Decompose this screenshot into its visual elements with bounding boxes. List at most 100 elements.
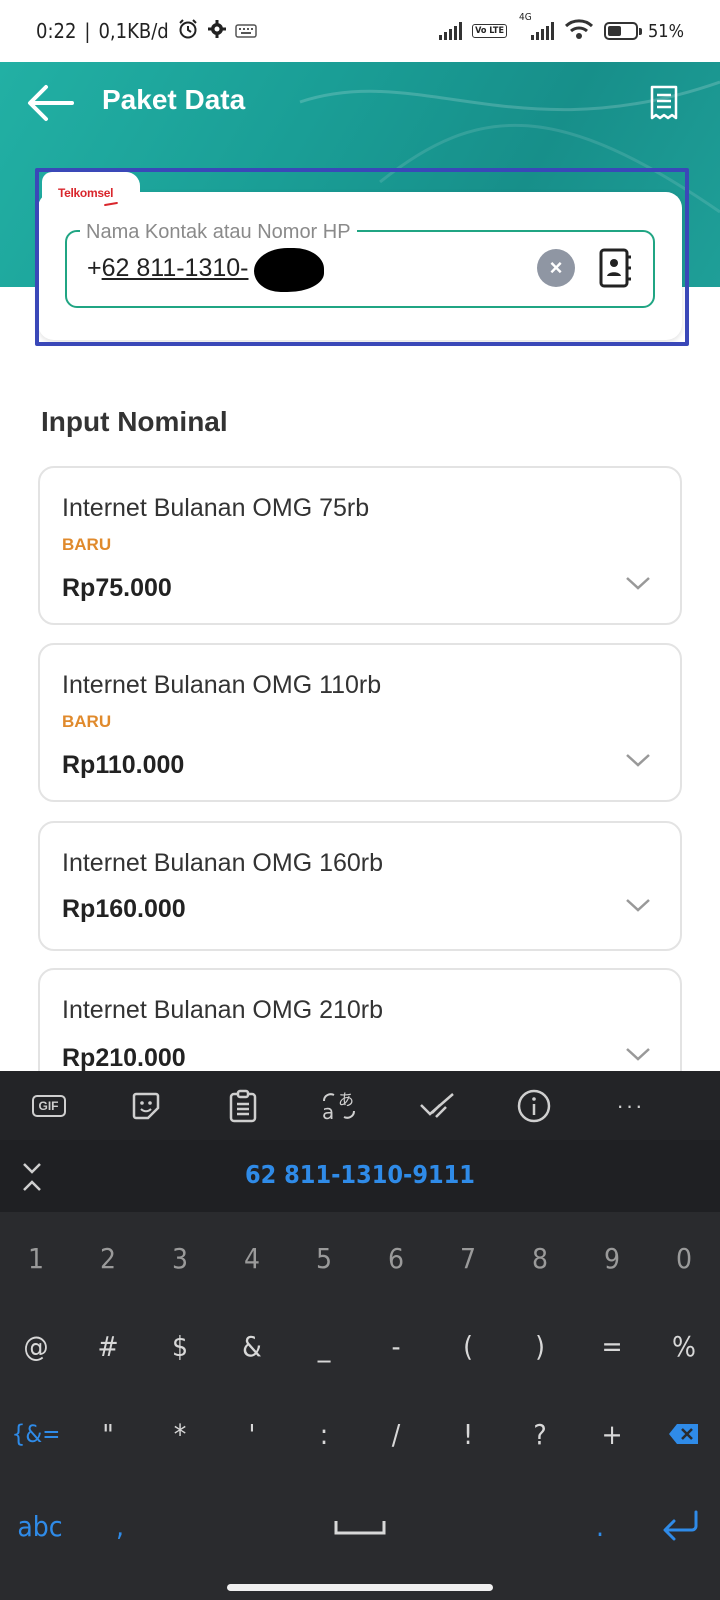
home-indicator[interactable] <box>227 1584 493 1591</box>
product-price: Rp210.000 <box>62 1044 186 1072</box>
key-dollar[interactable]: $ <box>144 1302 216 1390</box>
backspace-key[interactable] <box>648 1390 720 1478</box>
key-double-quote[interactable]: " <box>72 1390 144 1478</box>
product-price: Rp110.000 <box>62 751 185 779</box>
symbol-row-1: @ # $ & _ - ( ) = % <box>0 1302 720 1390</box>
enter-icon <box>663 1510 698 1541</box>
redaction-mark <box>254 248 324 292</box>
chevron-down-icon[interactable] <box>624 573 652 593</box>
volte-icon: Vo LTE <box>472 24 507 38</box>
key-hash[interactable]: # <box>72 1302 144 1390</box>
key-question[interactable]: ? <box>504 1390 576 1478</box>
period-key[interactable]: . <box>560 1478 640 1574</box>
key-asterisk[interactable]: * <box>144 1390 216 1478</box>
info-icon <box>517 1089 550 1122</box>
close-icon: × <box>549 255 563 280</box>
status-data-speed: 0,1KB/d <box>98 19 169 43</box>
key-4[interactable]: 4 <box>216 1214 288 1302</box>
new-badge: BARU <box>62 712 112 731</box>
phone-number-value[interactable]: +62 811-1310- <box>87 254 248 283</box>
wifi-icon <box>564 18 594 45</box>
info-button[interactable] <box>485 1071 582 1140</box>
space-icon <box>334 1521 386 1535</box>
settings-icon <box>207 19 227 44</box>
product-price: Rp160.000 <box>62 895 186 923</box>
keyboard-toolbar: GIF aあ ··· <box>0 1071 720 1140</box>
key-underscore[interactable]: _ <box>288 1302 360 1390</box>
key-slash[interactable]: / <box>360 1390 432 1478</box>
translate-button[interactable]: aあ <box>291 1071 388 1140</box>
spell-check-icon <box>419 1092 454 1118</box>
chevron-down-icon[interactable] <box>624 1044 652 1064</box>
space-key[interactable] <box>160 1478 560 1574</box>
key-open-paren[interactable]: ( <box>432 1302 504 1390</box>
bottom-row: abc , . <box>0 1478 720 1574</box>
alarm-icon <box>177 18 199 45</box>
product-price: Rp75.000 <box>62 574 172 602</box>
number-row: 1 2 3 4 5 6 7 8 9 0 <box>0 1214 720 1302</box>
key-equals[interactable]: = <box>576 1302 648 1390</box>
chevron-down-icon[interactable] <box>624 895 652 915</box>
key-8[interactable]: 8 <box>504 1214 576 1302</box>
backspace-icon <box>669 1424 698 1444</box>
key-more-symbols[interactable]: {&= <box>0 1390 72 1478</box>
gif-button[interactable]: GIF <box>0 1071 97 1140</box>
key-colon[interactable]: : <box>288 1390 360 1478</box>
spell-check-button[interactable] <box>388 1071 485 1140</box>
key-7[interactable]: 7 <box>432 1214 504 1302</box>
key-exclamation[interactable]: ! <box>432 1390 504 1478</box>
translate-icon: aあ <box>322 1090 355 1123</box>
abc-key[interactable]: abc <box>0 1478 80 1574</box>
key-at[interactable]: @ <box>0 1302 72 1390</box>
key-1[interactable]: 1 <box>0 1214 72 1302</box>
svg-text:あ: あ <box>338 1090 354 1109</box>
contact-book-icon <box>599 248 631 288</box>
status-time: 0:22 <box>36 19 77 43</box>
symbol-row-2: {&= " * ' : / ! ? + <box>0 1390 720 1478</box>
key-minus[interactable]: - <box>360 1302 432 1390</box>
key-0[interactable]: 0 <box>648 1214 720 1302</box>
suggestion-bar: 62 811-1310-9111 <box>0 1140 720 1212</box>
key-apostrophe[interactable]: ' <box>216 1390 288 1478</box>
back-button[interactable] <box>22 80 78 126</box>
keyboard: GIF aあ ··· 62 811-1310-9111 1 2 3 4 5 6 … <box>0 1071 720 1600</box>
sticker-icon <box>132 1092 159 1119</box>
more-icon: ··· <box>616 1092 645 1118</box>
enter-key[interactable] <box>640 1478 720 1574</box>
key-2[interactable]: 2 <box>72 1214 144 1302</box>
key-ampersand[interactable]: & <box>216 1302 288 1390</box>
key-9[interactable]: 9 <box>576 1214 648 1302</box>
key-plus[interactable]: + <box>576 1390 648 1478</box>
product-card[interactable]: Internet Bulanan OMG 75rb BARU Rp75.000 <box>38 466 682 625</box>
key-6[interactable]: 6 <box>360 1214 432 1302</box>
clipboard-button[interactable] <box>194 1071 291 1140</box>
section-title: Input Nominal <box>41 406 228 437</box>
status-separator: | <box>84 19 91 43</box>
sticker-button[interactable] <box>97 1071 194 1140</box>
key-3[interactable]: 3 <box>144 1214 216 1302</box>
svg-text:a: a <box>322 1100 334 1123</box>
comma-key[interactable]: , <box>80 1478 160 1574</box>
key-5[interactable]: 5 <box>288 1214 360 1302</box>
product-name: Internet Bulanan OMG 160rb <box>62 849 384 877</box>
suggestion-text[interactable]: 62 811-1310-9111 <box>0 1160 720 1189</box>
chevron-down-icon[interactable] <box>624 750 652 770</box>
contacts-button[interactable] <box>595 244 635 292</box>
phone-field-label: Nama Kontak atau Nomor HP <box>80 221 357 244</box>
battery-icon <box>604 22 642 40</box>
clear-input-button[interactable]: × <box>537 249 575 287</box>
more-button[interactable]: ··· <box>582 1071 679 1140</box>
transaction-history-button[interactable] <box>644 80 684 126</box>
keyboard-icon <box>234 19 257 43</box>
arrow-left-icon <box>28 85 74 121</box>
key-close-paren[interactable]: ) <box>504 1302 576 1390</box>
phone-prefix: + <box>87 254 102 282</box>
phone-digits: 62 811-1310- <box>101 254 249 282</box>
page-title: Paket Data <box>102 84 246 115</box>
gif-icon: GIF <box>31 1094 66 1117</box>
product-name: Internet Bulanan OMG 110rb <box>62 671 382 699</box>
product-name: Internet Bulanan OMG 75rb <box>62 494 370 522</box>
key-percent[interactable]: % <box>648 1302 720 1390</box>
product-card[interactable]: Internet Bulanan OMG 110rb BARU Rp110.00… <box>38 643 682 802</box>
product-card[interactable]: Internet Bulanan OMG 160rb Rp160.000 <box>38 821 682 951</box>
